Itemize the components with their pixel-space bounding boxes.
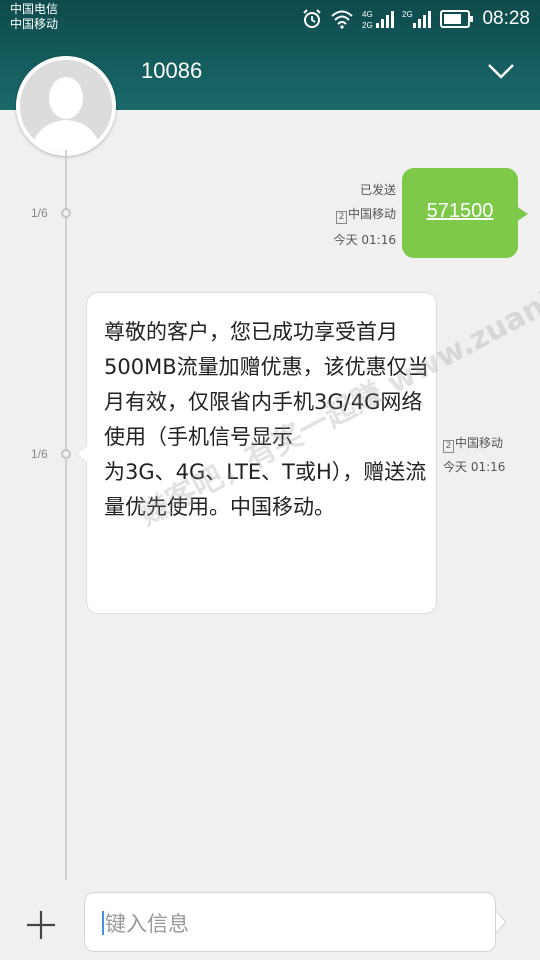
- text-caret: [102, 911, 104, 935]
- sent-time: 今天 01:16: [333, 233, 396, 247]
- sim-carrier: 中国移动: [347, 207, 396, 221]
- received-message-text: 尊敬的客户，您已成功享受首月500MB流量加赠优惠，该优惠仅当月有效，仅限省内手…: [104, 320, 429, 519]
- status-clock: 08:28: [482, 8, 530, 29]
- network-badge-4g: 4G: [362, 10, 373, 19]
- timeline-dot: [61, 208, 71, 218]
- timeline-dot: [61, 449, 71, 459]
- message-input-placeholder: 键入信息: [105, 912, 189, 936]
- received-time: 今天 01:16: [443, 460, 506, 474]
- carrier-1: 中国电信: [10, 2, 59, 16]
- network-badge-2g: 2G: [402, 10, 413, 19]
- alarm-icon: [303, 9, 322, 28]
- status-bar: 中国电信 中国移动 4G 2G 2G 08:28: [0, 0, 540, 40]
- plus-icon[interactable]: [24, 908, 58, 942]
- person-silhouette-icon: [20, 60, 112, 152]
- received-message-meta: 2 中国移动 今天 01:16: [443, 435, 505, 475]
- signal-icon: 4G 2G: [362, 10, 395, 30]
- sim-indicator: 2 中国移动: [443, 435, 505, 453]
- wifi-icon: [331, 10, 354, 29]
- sent-message-meta: 已发送 2 中国移动 今天 01:16: [334, 182, 396, 248]
- timeline-label: 1/6: [31, 206, 48, 220]
- composer-bar: 键入信息: [0, 880, 540, 960]
- status-icons: 4G 2G 2G 08:28: [302, 6, 530, 32]
- chevron-down-icon[interactable]: [486, 60, 516, 82]
- sent-status: 已发送: [359, 183, 396, 197]
- battery-icon: [440, 10, 474, 28]
- send-arrow-icon[interactable]: [496, 911, 506, 933]
- received-message-bubble[interactable]: 尊敬的客户，您已成功享受首月500MB流量加赠优惠，该优惠仅当月有效，仅限省内手…: [76, 292, 437, 614]
- sim-slot-icon: 2: [335, 211, 347, 224]
- sim-slot-icon: 2: [443, 440, 454, 453]
- sim-indicator: 2 中国移动: [334, 206, 396, 224]
- contact-name[interactable]: 10086: [141, 58, 202, 84]
- timeline-line: [65, 150, 67, 880]
- carrier-2: 中国移动: [10, 17, 59, 31]
- network-badge-2g: 2G: [362, 21, 373, 30]
- timeline-label: 1/6: [31, 447, 48, 461]
- contact-avatar[interactable]: [16, 56, 116, 156]
- signal-icon: 2G: [402, 10, 432, 28]
- message-input[interactable]: 键入信息: [84, 892, 496, 952]
- sent-message-text[interactable]: 571500: [402, 200, 518, 223]
- sim-carrier: 中国移动: [455, 436, 504, 450]
- sent-message-bubble[interactable]: 571500: [402, 168, 528, 258]
